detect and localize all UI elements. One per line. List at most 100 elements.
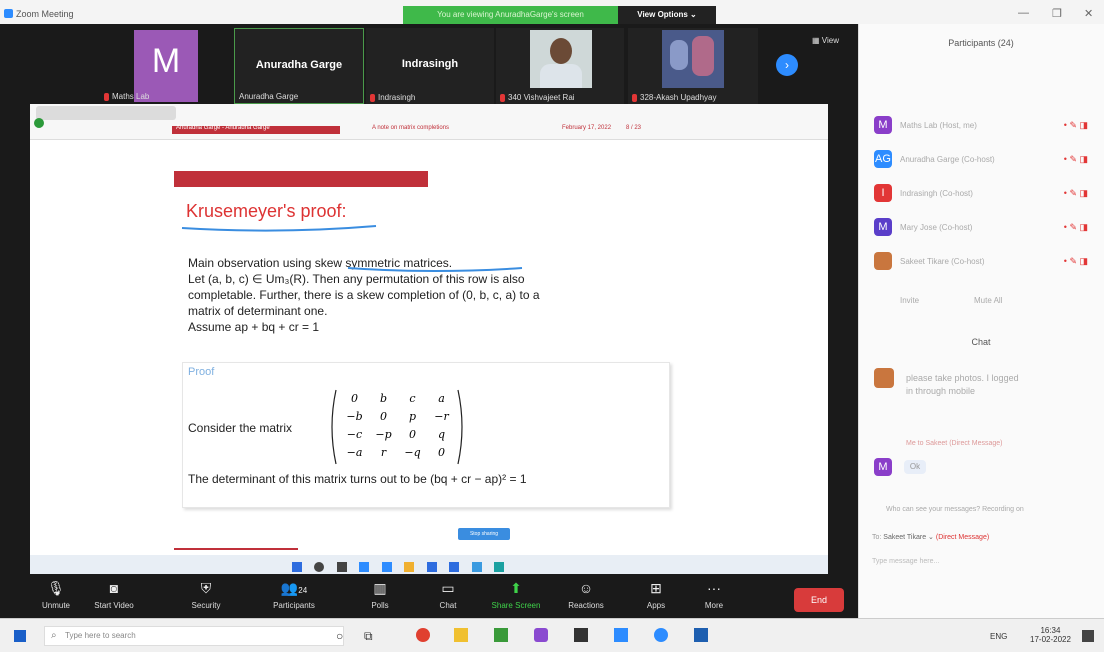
muted-mic-icon: • ✎ ◨ [1063,255,1088,266]
mute-all-button[interactable]: Mute All [974,296,1002,305]
participant-row[interactable]: AG Anuradha Garge (Co-host) • ✎ ◨ [874,142,1094,176]
slide-title: Krusemeyer's proof: [186,201,347,221]
avatar: M [874,116,892,134]
app-icon[interactable] [574,628,588,642]
avatar: M [874,218,892,236]
participant-row[interactable]: I Indrasingh (Co-host) • ✎ ◨ [874,176,1094,210]
matrix-cell: −c [346,428,363,441]
tile-sub: 340 Vishvajeet Rai [500,93,575,102]
stop-share-button[interactable]: Stop sharing [458,528,510,540]
gallery-next-icon[interactable]: › [776,54,798,76]
maximize-icon[interactable]: ❐ [1052,7,1062,20]
determinant-text: The determinant of this matrix turns out… [188,472,527,486]
participant-row[interactable]: M Mary Jose (Co-host) • ✎ ◨ [874,210,1094,244]
proof-label: Proof [188,366,215,378]
shared-screen [30,104,828,580]
reactions-button[interactable]: ☺ Reactions [556,580,616,610]
start-video-button[interactable]: ◙ Start Video [84,580,144,610]
participant-photo [530,30,592,88]
who-can-see[interactable]: Who can see your messages? Recording on [886,506,1024,513]
chat-icon: ▭ [441,580,455,596]
participant-row[interactable]: M Maths Lab (Host, me) • ✎ ◨ [874,108,1094,142]
view-options-button[interactable]: View Options ⌄ [618,6,716,24]
matrix-cell: b [379,392,388,405]
matrix-cell: q [437,428,446,441]
polls-button[interactable]: ▥ Polls [350,580,410,610]
tile-anuradha[interactable]: Anuradha Garge Anuradha Garge [234,28,364,104]
chat-input[interactable]: Type message here... [872,558,939,565]
matrix-cell: p [408,410,417,423]
consider-text: Consider the matrix [188,421,293,435]
muted-mic-icon: • ✎ ◨ [1063,119,1088,130]
shared-taskbar-icons [292,559,532,590]
tile-name: Indrasingh [401,58,459,70]
chrome-icon[interactable] [416,628,430,642]
close-icon[interactable]: ✕ [1084,7,1093,20]
participants-title: Participants (24) [948,38,1014,48]
matrix-cell: 0 [351,392,358,405]
security-button[interactable]: ⛨ Security [176,580,236,610]
word-icon[interactable] [694,628,708,642]
muted-mic-icon [104,92,109,101]
header-date: February 17, 2022 [562,125,612,131]
avatar-letter: M [151,42,181,80]
participant-list: M Maths Lab (Host, me) • ✎ ◨ AG Anuradha Gar… [874,108,1094,278]
muted-mic-icon [632,93,637,102]
tile-vishvajeet[interactable]: 340 Vishvajeet Rai [496,28,624,104]
chat-button[interactable]: ▭ Chat [418,580,478,610]
windows-start-icon[interactable] [14,630,26,642]
window-title: Zoom Meeting [16,9,74,19]
muted-mic-icon: • ✎ ◨ [1063,221,1088,232]
invite-button[interactable]: Invite [900,296,919,305]
language-indicator[interactable]: ENG [990,632,1007,641]
tile-sub: Indrasingh [370,93,415,102]
matrix-cell: −b [346,410,363,423]
matrix-cell: −a [346,446,363,459]
participant-name: Mary Jose (Co-host) [900,222,973,232]
more-icon: ··· [707,580,721,596]
notification-icon[interactable] [1082,630,1094,642]
share-screen-button[interactable]: ⬆ Share Screen [486,580,546,610]
browser-tab[interactable] [36,106,176,120]
app-icon[interactable] [494,628,508,642]
muted-mic-icon [500,93,505,102]
avatar [874,368,894,388]
file-explorer-icon[interactable] [454,628,468,642]
clock[interactable]: 16:34 17-02-2022 [1030,626,1071,644]
viewing-banner: You are viewing AnuradhaGarge's screen [403,6,618,24]
header-author: Anuradha Garge - Anuradha Garge [176,125,270,131]
apps-button[interactable]: ⊞ Apps [626,580,686,610]
link-underline [347,267,523,272]
tile-akash[interactable]: 328-Akash Upadhyay [628,28,758,104]
chat-reply: Ok [904,460,926,474]
matrix-cell: c [409,392,416,405]
tile-sub: Anuradha Garge [239,92,299,101]
zoom-taskbar-icon[interactable] [654,628,668,642]
task-view-icon[interactable]: ⧉ [364,629,373,644]
participant-name: Anuradha Garge (Co-host) [900,154,995,164]
to-select[interactable]: Sakeet Tikare ⌄ [883,534,934,541]
muted-mic-icon [370,93,375,102]
tile-indrasingh[interactable]: Indrasingh Indrasingh [366,28,494,104]
unmute-button[interactable]: 🎙 Unmute [26,580,86,610]
shield-icon: ⛨ [200,580,212,596]
matrix-cell: r [380,446,387,459]
matrix-row: 0 b c a [340,390,456,408]
participants-button[interactable]: 👥24 Participants [264,580,324,610]
cortana-icon[interactable]: ○ [336,629,343,643]
end-button[interactable]: End [794,588,844,612]
avatar: AG [874,150,892,168]
avatar [874,252,892,270]
tile-name: Anuradha Garge [255,59,343,71]
zoom-icon [4,9,13,18]
minimize-icon[interactable]: — [1018,7,1029,19]
taskbar-search[interactable]: ⌕ Type here to search [44,626,344,646]
matrix-cell: −q [404,446,421,459]
app-icon[interactable] [534,628,548,642]
more-button[interactable]: ··· More [684,580,744,610]
matrix-row: −a r −q 0 [340,444,456,462]
view-button[interactable]: ▦ View [812,36,839,45]
participant-name: Maths Lab (Host, me) [900,120,977,130]
participant-row[interactable]: Sakeet Tikare (Co-host) • ✎ ◨ [874,244,1094,278]
app-icon[interactable] [614,628,628,642]
